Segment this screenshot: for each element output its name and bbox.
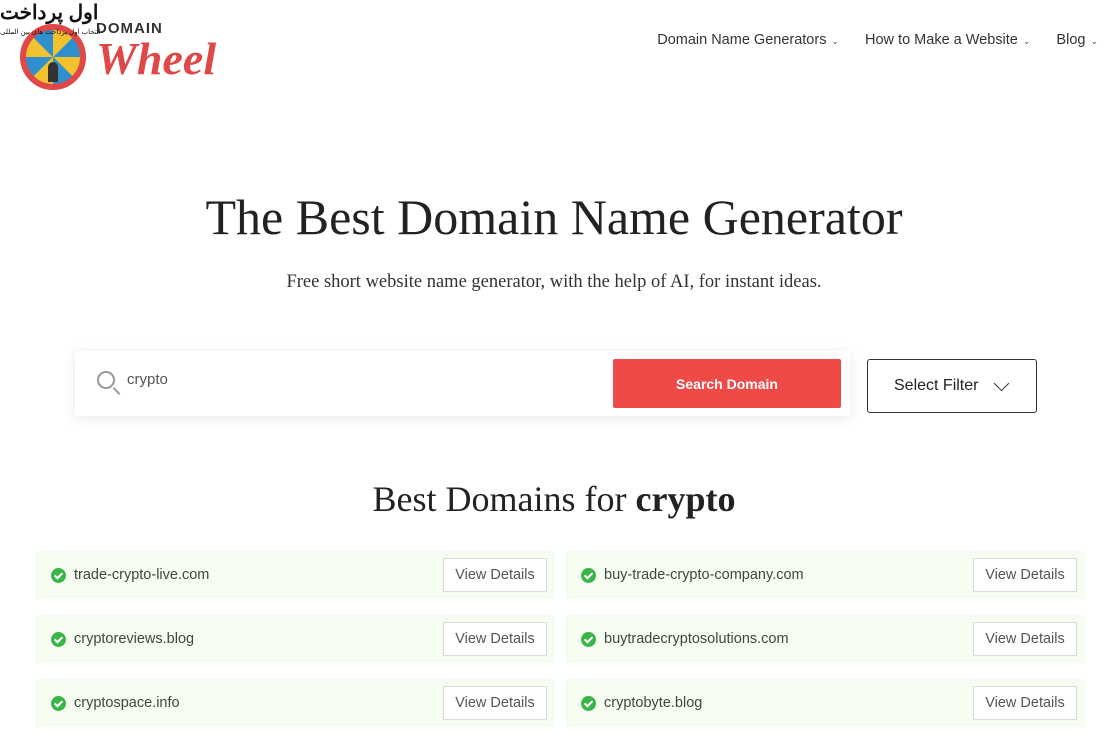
check-circle-icon [581, 695, 596, 711]
page-title: The Best Domain Name Generator [205, 189, 903, 245]
view-details-button[interactable]: View Details [973, 622, 1077, 656]
domain-name[interactable]: cryptobyte.blog [604, 695, 702, 711]
nav-how-to-make-a-website[interactable]: How to Make a Website ⌄ [865, 32, 1030, 48]
view-details-button[interactable]: View Details [443, 558, 547, 592]
domain-result-item: trade-crypto-live.com View Details [35, 551, 555, 599]
filter-label: Select Filter [894, 377, 979, 394]
domain-name[interactable]: buy-trade-crypto-company.com [604, 567, 804, 583]
domain-name[interactable]: cryptospace.info [74, 695, 180, 711]
domain-result-item: cryptobyte.blog View Details [565, 679, 1085, 727]
chevron-down-icon: ⌄ [1022, 36, 1031, 46]
logo-wheel-text: Wheel [96, 33, 217, 84]
nav-domain-name-generators[interactable]: Domain Name Generators ⌄ [657, 32, 839, 48]
domain-name[interactable]: buytradecryptosolutions.com [604, 631, 789, 647]
chevron-down-icon: ⌄ [831, 36, 840, 46]
results-heading: Best Domains for crypto [0, 478, 1108, 520]
main-nav: Domain Name Generators ⌄ How to Make a We… [657, 32, 1098, 48]
chevron-down-icon: ⌄ [1090, 36, 1098, 46]
check-circle-icon [581, 631, 596, 647]
search-bar: Search Domain [75, 351, 850, 416]
check-circle-icon [51, 631, 66, 647]
select-filter-dropdown[interactable]: Select Filter [867, 359, 1037, 413]
view-details-button[interactable]: View Details [973, 686, 1077, 720]
view-details-button[interactable]: View Details [973, 558, 1077, 592]
check-circle-icon [51, 695, 66, 711]
domain-result-item: cryptospace.info View Details [35, 679, 555, 727]
domain-name[interactable]: cryptoreviews.blog [74, 631, 194, 647]
search-icon [97, 371, 115, 389]
view-details-button[interactable]: View Details [443, 622, 547, 656]
domain-result-item: buy-trade-crypto-company.com View Details [565, 551, 1085, 599]
pin-icon [48, 62, 58, 82]
nav-label: Blog [1056, 32, 1086, 48]
check-circle-icon [581, 567, 596, 583]
site-header: DOMAIN Wheel اول پرداخت انتخاب اول پرداخ… [0, 0, 1108, 95]
search-domain-button[interactable]: Search Domain [613, 359, 841, 408]
view-details-button[interactable]: View Details [443, 686, 547, 720]
results-prefix: Best Domains for [372, 479, 627, 519]
results-keyword: crypto [635, 479, 736, 519]
page-subtitle: Free short website name generator, with … [286, 272, 822, 292]
search-input[interactable] [127, 371, 547, 388]
domain-result-item: buytradecryptosolutions.com View Details [565, 615, 1085, 663]
chevron-down-icon [994, 375, 1010, 391]
nav-label: Domain Name Generators [657, 32, 827, 48]
nav-label: How to Make a Website [865, 32, 1018, 48]
domain-name[interactable]: trade-crypto-live.com [74, 567, 209, 583]
check-circle-icon [51, 567, 66, 583]
watermark: اول پرداخت [0, 2, 99, 24]
nav-blog[interactable]: Blog ⌄ [1056, 32, 1098, 48]
watermark-sub: انتخاب اول پرداخت های بین المللی [0, 29, 101, 36]
results-list: trade-crypto-live.com View Details buy-tra… [35, 551, 1085, 727]
domain-result-item: cryptoreviews.blog View Details [35, 615, 555, 663]
